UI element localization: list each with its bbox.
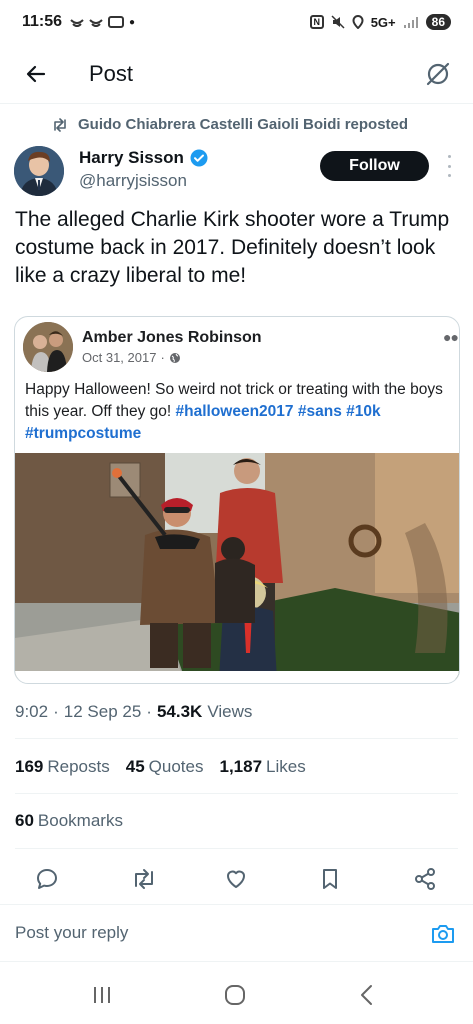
hashtag: #trumpcostume bbox=[25, 425, 142, 442]
network-label: 5G+ bbox=[370, 14, 396, 30]
meta-separator: · bbox=[146, 702, 152, 721]
camera-button[interactable] bbox=[428, 919, 458, 949]
globe-icon bbox=[169, 352, 180, 363]
repost-indicator[interactable]: Guido Chiabrera Castelli Gaioli Boidi re… bbox=[52, 116, 408, 133]
repost-icon bbox=[135, 869, 153, 889]
author-handle[interactable]: @harryjsisson bbox=[79, 171, 187, 191]
reply-icon bbox=[37, 869, 57, 889]
hashtag: #sans bbox=[297, 403, 342, 420]
grok-icon bbox=[426, 62, 450, 85]
embedded-post-image[interactable]: Amber Jones Robinson Oct 31, 2017 · ●● H… bbox=[14, 316, 460, 684]
heart-icon bbox=[227, 870, 245, 888]
embedded-avatar bbox=[23, 322, 73, 372]
status-time: 11:56 bbox=[22, 13, 63, 30]
embedded-date: Oct 31, 2017 bbox=[82, 350, 157, 365]
follow-button[interactable]: Follow bbox=[320, 151, 429, 181]
system-nav-bar bbox=[0, 968, 473, 1024]
embedded-body: Happy Halloween! So weird not trick or t… bbox=[25, 379, 453, 445]
notification-icon bbox=[89, 19, 103, 27]
system-back-button[interactable] bbox=[349, 980, 385, 1010]
hashtag: #10k bbox=[346, 403, 381, 420]
dot-icon: ● bbox=[129, 16, 136, 28]
views-label: Views bbox=[207, 702, 253, 721]
author-avatar[interactable] bbox=[14, 146, 64, 196]
bookmark-button[interactable] bbox=[313, 862, 347, 896]
recents-icon bbox=[94, 987, 110, 1003]
engagement-stats: 169 Reposts 45 Quotes 1,187 Likes bbox=[15, 757, 306, 777]
embedded-separator: · bbox=[160, 350, 165, 365]
mute-icon bbox=[331, 15, 345, 29]
header: Post bbox=[0, 44, 473, 104]
share-icon bbox=[415, 868, 435, 890]
post-date: 12 Sep 25 bbox=[63, 702, 142, 721]
bookmark-icon bbox=[323, 869, 337, 889]
verified-badge-icon bbox=[190, 149, 208, 167]
likes-stat[interactable]: 1,187 Likes bbox=[219, 757, 305, 777]
reply-button[interactable] bbox=[30, 862, 64, 896]
more-options-icon[interactable] bbox=[446, 155, 452, 177]
views-count: 54.3K bbox=[156, 702, 203, 721]
recents-button[interactable] bbox=[84, 980, 120, 1010]
divider bbox=[15, 848, 458, 849]
signal-icon bbox=[403, 17, 418, 28]
arrow-left-icon bbox=[26, 65, 46, 82]
author-name[interactable]: Harry Sisson bbox=[79, 148, 184, 168]
page-title: Post bbox=[89, 60, 134, 86]
battery-level: 86 bbox=[425, 14, 451, 30]
meta-separator: · bbox=[53, 702, 59, 721]
grok-button[interactable] bbox=[421, 57, 455, 91]
location-icon bbox=[352, 15, 364, 29]
repost-button[interactable] bbox=[127, 862, 161, 896]
divider bbox=[15, 738, 458, 739]
home-button[interactable] bbox=[217, 980, 253, 1010]
embedded-author-name: Amber Jones Robinson bbox=[82, 329, 262, 346]
chevron-left-icon bbox=[361, 985, 372, 1005]
status-bar: 11:56 ● N 5G+ 86 bbox=[0, 0, 473, 44]
embedded-more-icon: ●● bbox=[443, 329, 459, 345]
nfc-icon: N bbox=[309, 15, 324, 29]
hashtag: #halloween2017 bbox=[175, 403, 294, 420]
reposts-stat[interactable]: 169 Reposts bbox=[15, 757, 110, 777]
home-icon bbox=[225, 985, 245, 1005]
notification-icons: ● bbox=[70, 16, 135, 28]
like-button[interactable] bbox=[219, 862, 253, 896]
halloween-photo bbox=[15, 453, 459, 679]
repost-text: Guido Chiabrera Castelli Gaioli Boidi re… bbox=[78, 116, 409, 133]
post-timestamp: 9:02 · 12 Sep 25 · 54.3K Views bbox=[15, 702, 252, 722]
notification-icon bbox=[70, 19, 84, 27]
bookmarks-stat[interactable]: 60 Bookmarks bbox=[15, 811, 123, 831]
divider bbox=[15, 793, 458, 794]
back-button[interactable] bbox=[18, 56, 54, 92]
post-time: 9:02 bbox=[15, 702, 49, 721]
gallery-icon bbox=[108, 16, 125, 28]
reply-bar bbox=[0, 904, 473, 962]
quotes-stat[interactable]: 45 Quotes bbox=[126, 757, 204, 777]
embedded-meta: Oct 31, 2017 · bbox=[82, 350, 181, 365]
camera-icon bbox=[432, 925, 454, 943]
repost-icon bbox=[54, 117, 66, 132]
status-left: 11:56 ● bbox=[22, 13, 135, 31]
author-name-row[interactable]: Harry Sisson bbox=[79, 148, 208, 168]
reply-input[interactable] bbox=[15, 923, 395, 943]
post-text: The alleged Charlie Kirk shooter wore a … bbox=[15, 208, 450, 287]
action-bar bbox=[0, 862, 473, 896]
share-button[interactable] bbox=[408, 862, 442, 896]
status-right: N 5G+ 86 bbox=[309, 14, 451, 30]
